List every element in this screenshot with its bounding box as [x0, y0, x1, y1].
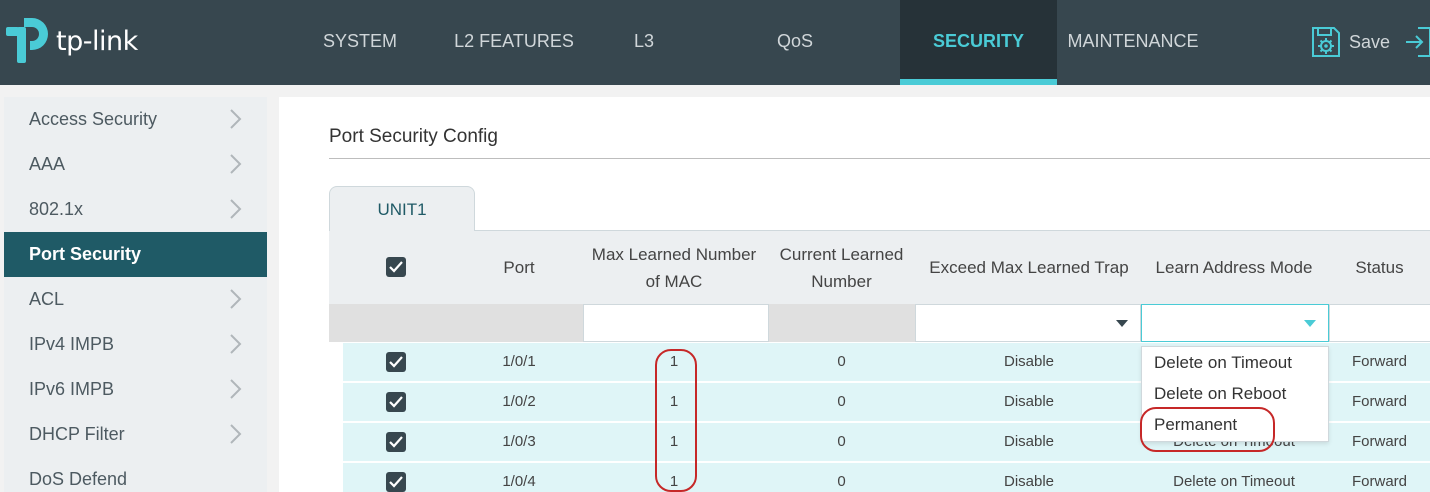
top-navigation-bar: tp-link SYSTEM L2 FEATURES L3 FEATURES Q…	[0, 0, 1430, 133]
header-exceed-trap: Exceed Max Learned Trap	[929, 258, 1129, 277]
sidebar-item-label: ACL	[29, 289, 65, 309]
sidebar-item-ipv4-impb[interactable]: IPv4 IMPB	[4, 322, 267, 367]
title-divider	[329, 158, 1430, 159]
sidebar-item-port-security[interactable]: Port Security	[4, 232, 267, 277]
cell-current-learned: 0	[837, 353, 846, 370]
sidebar-item-aaa[interactable]: AAA	[4, 142, 267, 187]
status-filter-select[interactable]	[1329, 304, 1430, 342]
learn-mode-dropdown-menu: Delete on Timeout Delete on Reboot Perma…	[1141, 346, 1329, 442]
row-checkbox[interactable]	[386, 432, 406, 452]
header-current-learned: Current Learned Number	[779, 244, 904, 291]
cell-port: 1/0/4	[502, 473, 536, 490]
sidebar-item-label: AAA	[29, 154, 66, 174]
nav-l3-features[interactable]: L3 FEATURES	[598, 0, 693, 133]
sidebar-item-label: Access Security	[29, 109, 158, 129]
chevron-right-icon	[230, 334, 242, 354]
main-nav: SYSTEM L2 FEATURES L3 FEATURES QoS SECUR…	[290, 0, 1209, 133]
row-checkbox[interactable]	[386, 392, 406, 412]
cell-learn-mode[interactable]: Delete on Timeout	[1139, 463, 1329, 492]
header-max-learned-mac: Max Learned Number of MAC	[591, 244, 757, 291]
chevron-right-icon	[230, 154, 242, 174]
save-button[interactable]: Save	[1311, 24, 1390, 60]
sidebar-item-dos-defend[interactable]: DoS Defend	[4, 457, 267, 492]
table-header: Port Max Learned Number of MAC Current Le…	[329, 231, 1430, 304]
logout-icon[interactable]	[1404, 24, 1430, 60]
chevron-right-icon	[230, 199, 242, 219]
option-delete-on-timeout[interactable]: Delete on Timeout	[1142, 347, 1328, 378]
cell-max-learned[interactable]: 1	[584, 463, 764, 492]
sidebar-item-label: DHCP Filter	[29, 424, 125, 444]
chevron-right-icon	[230, 109, 242, 129]
chevron-right-icon	[230, 379, 242, 399]
cell-max-learned[interactable]: 1	[584, 423, 764, 461]
option-delete-on-reboot[interactable]: Delete on Reboot	[1142, 378, 1328, 409]
main-content: Port Security Config UNIT1 Port Max Lear…	[279, 97, 1430, 492]
page-title: Port Security Config	[329, 126, 498, 147]
chevron-right-icon	[230, 289, 242, 309]
cell-status: Forward	[1351, 473, 1407, 490]
tab-unit1[interactable]: UNIT1	[329, 186, 475, 231]
sidebar-item-dhcp-filter[interactable]: DHCP Filter	[4, 412, 267, 457]
table-row[interactable]: 1/0/4 1 0 Disable Delete on Timeout Forw…	[343, 463, 1430, 492]
cell-exceed-trap[interactable]: Disable	[919, 423, 1139, 461]
sidebar-item-label: IPv6 IMPB	[29, 379, 115, 399]
cell-port: 1/0/3	[502, 433, 536, 450]
sidebar-item-label: DoS Defend	[29, 469, 128, 489]
chevron-right-icon	[230, 424, 242, 444]
cell-exceed-trap[interactable]: Disable	[919, 343, 1139, 381]
nav-maintenance[interactable]: MAINTENANCE	[1057, 0, 1209, 85]
sidebar-item-8021x[interactable]: 802.1x	[4, 187, 267, 232]
learn-mode-filter-select[interactable]	[1141, 304, 1329, 342]
select-all-checkbox[interactable]	[386, 257, 406, 277]
row-checkbox[interactable]	[386, 472, 406, 492]
max-learned-filter-input[interactable]	[583, 304, 769, 342]
cell-port: 1/0/1	[502, 353, 536, 370]
cell-current-learned: 0	[837, 393, 846, 410]
header-learn-mode: Learn Address Mode	[1155, 258, 1313, 277]
tp-link-logo-icon	[4, 16, 52, 66]
sidebar-item-label: 802.1x	[29, 199, 84, 219]
cell-status: Forward	[1351, 353, 1407, 370]
sidebar: Access Security AAA 802.1x Port Security…	[4, 97, 267, 492]
save-gear-icon	[1312, 27, 1340, 57]
nav-qos[interactable]: QoS	[690, 0, 900, 85]
header-port: Port	[503, 258, 535, 277]
cell-exceed-trap[interactable]: Disable	[919, 383, 1139, 421]
sidebar-item-label: Port Security	[29, 244, 142, 264]
cell-current-learned: 0	[837, 473, 846, 490]
cell-status: Forward	[1351, 433, 1407, 450]
cell-status: Forward	[1351, 393, 1407, 410]
header-status: Status	[1355, 258, 1404, 277]
save-label: Save	[1349, 31, 1391, 52]
caret-down-icon	[1304, 320, 1316, 327]
brand-name: tp-link	[56, 25, 138, 57]
sidebar-item-label: IPv4 IMPB	[29, 334, 115, 354]
row-checkbox[interactable]	[386, 352, 406, 372]
nav-l2-features[interactable]: L2 FEATURES	[430, 0, 598, 85]
cell-exceed-trap[interactable]: Disable	[919, 463, 1139, 492]
cell-current-learned: 0	[837, 433, 846, 450]
sidebar-item-acl[interactable]: ACL	[4, 277, 267, 322]
sidebar-item-access-security[interactable]: Access Security	[4, 97, 267, 142]
cell-port: 1/0/2	[502, 393, 536, 410]
caret-down-icon	[1116, 320, 1128, 327]
cell-max-learned[interactable]: 1	[584, 343, 764, 381]
filter-row	[329, 304, 1430, 342]
cell-max-learned[interactable]: 1	[584, 383, 764, 421]
exceed-trap-filter-select[interactable]	[915, 304, 1141, 342]
sidebar-item-ipv6-impb[interactable]: IPv6 IMPB	[4, 367, 267, 412]
tp-link-logo[interactable]: tp-link	[4, 16, 138, 66]
nav-security[interactable]: SECURITY	[900, 0, 1057, 85]
nav-system[interactable]: SYSTEM	[290, 0, 430, 85]
option-permanent[interactable]: Permanent	[1142, 409, 1328, 440]
